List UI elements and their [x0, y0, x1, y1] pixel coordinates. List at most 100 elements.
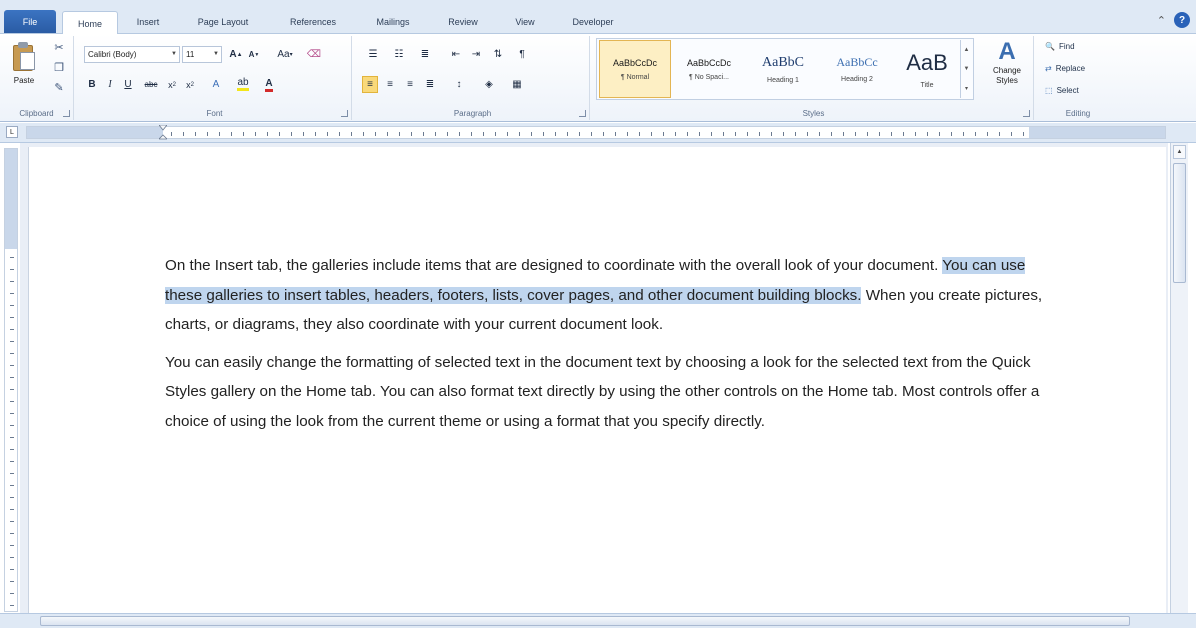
horizontal-scrollbar[interactable]: [0, 613, 1196, 628]
vertical-ruler[interactable]: [4, 148, 18, 612]
change-styles-icon: A: [998, 38, 1016, 65]
tab-review[interactable]: Review: [432, 11, 494, 33]
paragraph-2[interactable]: You can easily change the formatting of …: [165, 348, 1045, 437]
tab-file[interactable]: File: [4, 10, 56, 33]
paste-button[interactable]: Paste: [6, 40, 42, 102]
chevron-down-icon: ▼: [213, 51, 219, 57]
indent-marker-icon[interactable]: [159, 125, 167, 141]
change-styles-button[interactable]: A Change Styles: [980, 38, 1034, 100]
underline-button[interactable]: U: [120, 76, 136, 93]
format-painter-icon[interactable]: ✎: [52, 80, 66, 94]
minimize-ribbon-icon[interactable]: ⌃: [1157, 14, 1166, 27]
select-button[interactable]: ⬚ Select: [1045, 82, 1079, 99]
replace-button[interactable]: ⇄ Replace: [1045, 60, 1085, 77]
font-color-button[interactable]: A: [258, 76, 280, 93]
paragraph-group: ☰ ☷ ≣ ⇤ ⇥ ⇅ ¶ ≡ ≡ ≡ ≣ ↕ ◈ ▦ Paragraph: [356, 36, 590, 120]
tab-mailings[interactable]: Mailings: [360, 11, 426, 33]
font-size-combo[interactable]: 11 ▼: [182, 46, 222, 63]
change-case-button[interactable]: Aa ▾: [274, 46, 296, 63]
paragraph-1-start: On the Insert tab, the galleries include…: [165, 257, 939, 274]
style-name: Heading 1: [767, 76, 799, 84]
styles-launcher-icon[interactable]: [1023, 110, 1030, 117]
left-margin-area: [27, 127, 163, 138]
scrollbar-thumb[interactable]: [1173, 163, 1186, 283]
title-bar: [0, 0, 1196, 8]
style-sample: AaB: [906, 49, 948, 75]
grow-font-button[interactable]: A ▲: [228, 46, 244, 63]
select-label: Select: [1056, 86, 1079, 95]
font-group: Calibri (Body) ▼ 11 ▼ A ▲ A ▼ Aa ▾ ⌫ B I U …: [78, 36, 352, 120]
tab-page-layout[interactable]: Page Layout: [180, 11, 266, 33]
change-styles-label: Change Styles: [992, 66, 1022, 85]
subscript-button[interactable]: x2: [164, 76, 180, 93]
tab-home[interactable]: Home: [62, 11, 118, 35]
quick-styles-gallery: AaBbCcDc ¶ Normal AaBbCcDc ¶ No Spaci...…: [596, 38, 974, 100]
scroll-down-icon[interactable]: ▼: [964, 66, 970, 72]
replace-icon: ⇄: [1045, 64, 1052, 73]
paragraph-1[interactable]: On the Insert tab, the galleries include…: [165, 251, 1045, 340]
tab-developer[interactable]: Developer: [556, 11, 630, 33]
borders-button[interactable]: ▦: [506, 76, 528, 93]
font-name-combo[interactable]: Calibri (Body) ▼: [84, 46, 180, 63]
editing-group-label: Editing: [1065, 109, 1091, 118]
style-normal[interactable]: AaBbCcDc ¶ Normal: [599, 40, 671, 98]
replace-label: Replace: [1055, 64, 1086, 73]
clipboard-group: Paste ✂ ❐ ✎ Clipboard: [0, 36, 74, 120]
align-center-button[interactable]: ≡: [382, 76, 398, 93]
font-group-label: Font: [206, 109, 223, 118]
font-launcher-icon[interactable]: [341, 110, 348, 117]
clipboard-launcher-icon[interactable]: [63, 110, 70, 117]
gallery-more-icon[interactable]: ▾: [965, 85, 968, 92]
show-formatting-marks-button[interactable]: ¶: [514, 46, 530, 63]
horizontal-scrollbar-thumb[interactable]: [40, 616, 1130, 626]
bullets-button[interactable]: ☰: [362, 46, 384, 63]
justify-button[interactable]: ≣: [422, 76, 438, 93]
paste-label: Paste: [13, 76, 35, 85]
italic-button[interactable]: I: [102, 76, 118, 93]
style-sample: AaBbCcDc: [612, 57, 657, 68]
shading-button[interactable]: ◈: [478, 76, 500, 93]
vertical-scrollbar[interactable]: ▲: [1170, 143, 1188, 613]
text-effects-icon[interactable]: A: [208, 76, 224, 93]
clear-formatting-icon[interactable]: ⌫: [306, 46, 322, 63]
document-area: On the Insert tab, the galleries include…: [20, 143, 1168, 617]
scroll-up-icon[interactable]: ▲: [964, 47, 970, 53]
gallery-scrollbar[interactable]: ▲ ▼ ▾: [960, 40, 972, 98]
cut-icon[interactable]: ✂: [52, 40, 66, 54]
increase-indent-button[interactable]: ⇥: [468, 46, 484, 63]
paragraph-launcher-icon[interactable]: [579, 110, 586, 117]
style-sample: AaBbC: [762, 54, 804, 70]
bold-button[interactable]: B: [84, 76, 100, 93]
style-heading-1[interactable]: AaBbC Heading 1: [747, 40, 819, 98]
shrink-font-button[interactable]: A ▼: [246, 46, 262, 63]
paste-icon: [11, 42, 37, 72]
strikethrough-button[interactable]: abc: [140, 76, 162, 93]
numbering-button[interactable]: ☷: [388, 46, 410, 63]
line-spacing-button[interactable]: ↕: [448, 76, 470, 93]
document-body[interactable]: On the Insert tab, the galleries include…: [165, 251, 1045, 444]
align-left-button[interactable]: ≡: [362, 76, 378, 93]
style-no-spacing[interactable]: AaBbCcDc ¶ No Spaci...: [673, 40, 745, 98]
help-icon[interactable]: ?: [1174, 12, 1190, 28]
tab-view[interactable]: View: [500, 11, 550, 33]
tab-selector-icon[interactable]: L: [6, 126, 18, 138]
tab-insert[interactable]: Insert: [120, 11, 176, 33]
superscript-button[interactable]: x2: [182, 76, 198, 93]
find-label: Find: [1058, 42, 1075, 51]
style-title[interactable]: AaB Title: [891, 40, 963, 98]
scroll-up-icon[interactable]: ▲: [1173, 145, 1186, 159]
tab-references[interactable]: References: [272, 11, 354, 33]
find-button[interactable]: 🔍 Find: [1045, 38, 1075, 55]
align-right-button[interactable]: ≡: [402, 76, 418, 93]
decrease-indent-button[interactable]: ⇤: [448, 46, 464, 63]
copy-icon[interactable]: ❐: [52, 60, 66, 74]
sort-button[interactable]: ⇅: [490, 46, 506, 63]
multilevel-list-button[interactable]: ≣: [414, 46, 436, 63]
horizontal-ruler[interactable]: [26, 125, 1166, 141]
highlight-color-button[interactable]: ab: [232, 76, 254, 93]
document-page[interactable]: On the Insert tab, the galleries include…: [28, 147, 1166, 617]
style-heading-2[interactable]: AaBbCc Heading 2: [821, 40, 893, 98]
ruler-row: L: [0, 123, 1196, 143]
style-name: Heading 2: [841, 76, 873, 83]
style-name: Title: [920, 81, 934, 89]
